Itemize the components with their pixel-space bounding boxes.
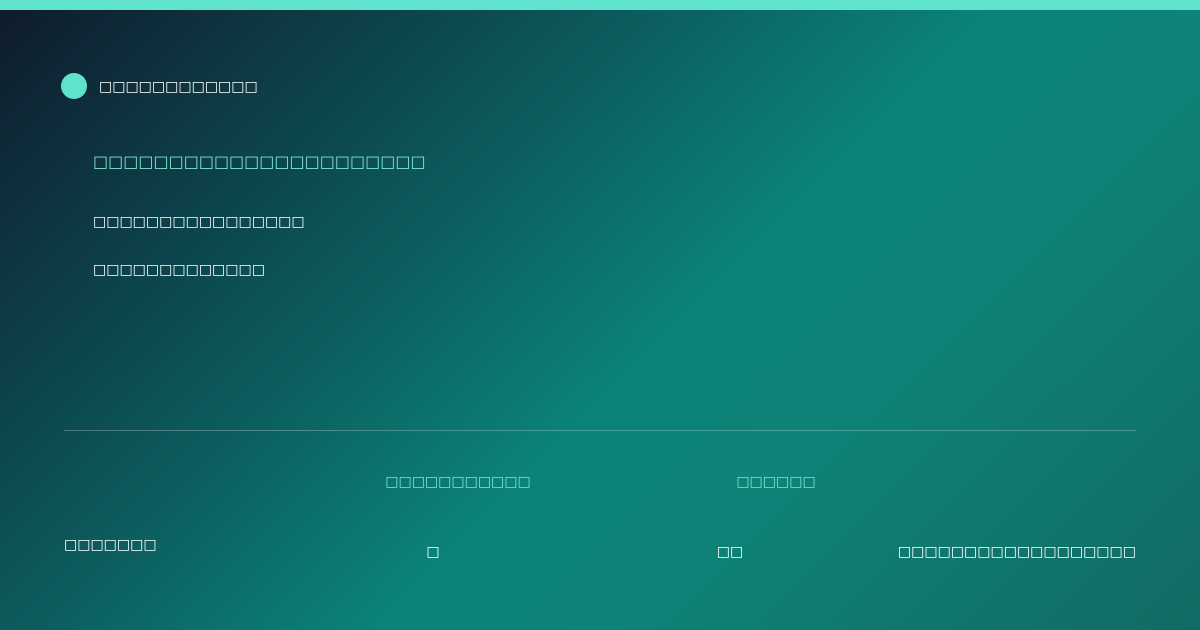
stat-1-value: □ — [426, 544, 440, 560]
accent-top-bar — [0, 0, 1200, 10]
stat-1-label: □□□□□□□□□□□ — [385, 474, 531, 490]
footer-divider — [64, 430, 1136, 431]
footer-label: □□□□□□□ — [64, 537, 157, 553]
brand-logo-dot — [61, 73, 87, 99]
tagline: □□□□□□□□□□□□□□□□□□□□□□ — [93, 152, 426, 171]
stat-2-label: □□□□□□ — [736, 474, 816, 490]
brand-name: □□□□□□□□□□□□ — [99, 79, 258, 95]
share-card: □□□□□□□□□□□□ □□□□□□□□□□□□□□□□□□□□□□ □□□□… — [0, 0, 1200, 630]
footer-right-text: □□□□□□□□□□□□□□□□□□ — [897, 544, 1136, 560]
description-line-2: □□□□□□□□□□□□□ — [93, 262, 265, 278]
description-line-1: □□□□□□□□□□□□□□□□ — [93, 214, 305, 230]
stat-2-value: □□ — [716, 544, 744, 560]
